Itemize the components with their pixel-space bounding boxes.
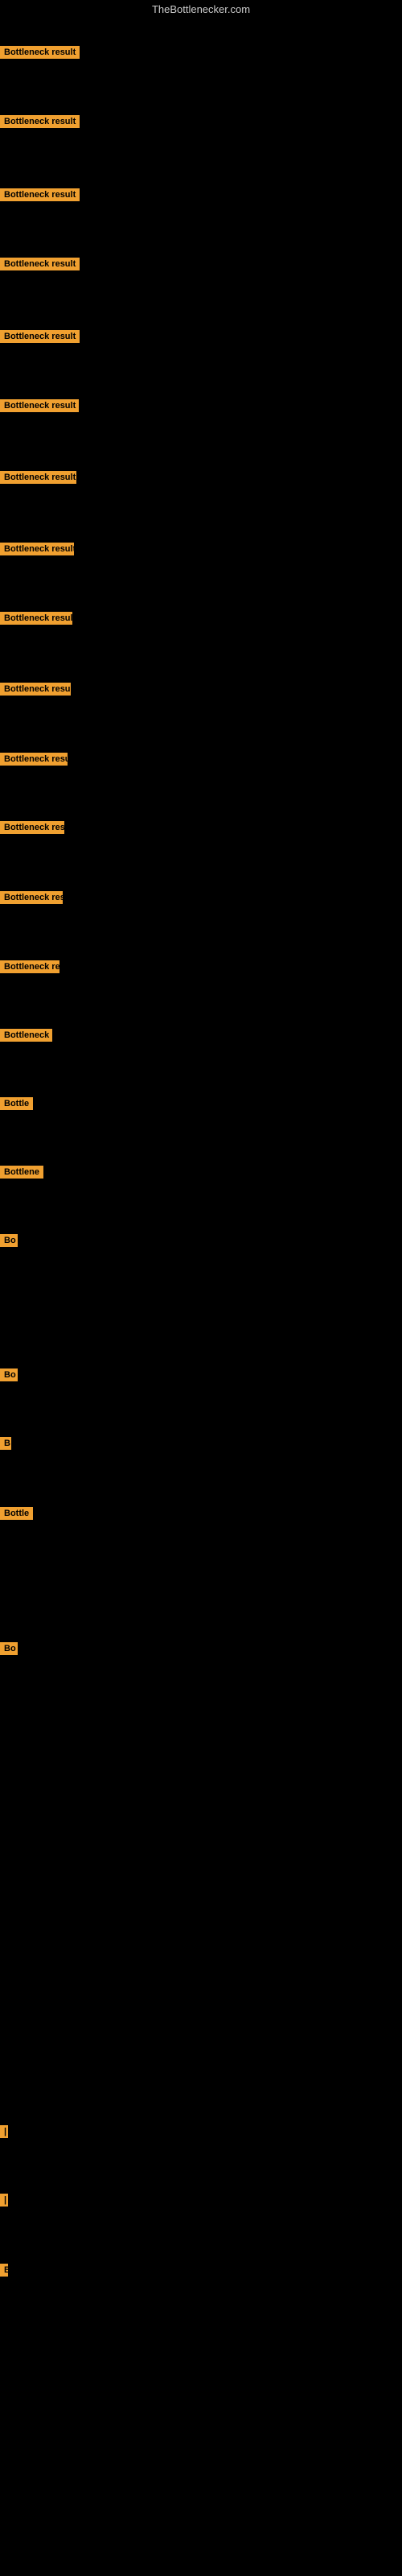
bottleneck-badge-21[interactable]: Bottle [0, 1507, 33, 1520]
bottleneck-badge-14[interactable]: Bottleneck re [0, 960, 59, 973]
bottleneck-badge-20[interactable]: B [0, 1437, 11, 1450]
bottleneck-badge-container-24: | [0, 2194, 8, 2211]
bottleneck-badge-19[interactable]: Bo [0, 1368, 18, 1381]
bottleneck-badge-container-23: | [0, 2125, 8, 2142]
bottleneck-badge-container-4: Bottleneck result [0, 258, 80, 275]
bottleneck-badge-10[interactable]: Bottleneck result [0, 683, 71, 696]
bottleneck-badge-17[interactable]: Bottlene [0, 1166, 43, 1179]
bottleneck-badge-9[interactable]: Bottleneck result [0, 612, 72, 625]
site-title: TheBottlenecker.com [0, 0, 402, 19]
bottleneck-badge-18[interactable]: Bo [0, 1234, 18, 1247]
bottleneck-badge-container-3: Bottleneck result [0, 188, 80, 205]
bottleneck-badge-container-5: Bottleneck result [0, 330, 80, 347]
bottleneck-badge-container-10: Bottleneck result [0, 683, 71, 700]
bottleneck-badge-12[interactable]: Bottleneck res [0, 821, 64, 834]
bottleneck-badge-container-9: Bottleneck result [0, 612, 72, 629]
bottleneck-badge-container-21: Bottle [0, 1507, 33, 1524]
bottleneck-badge-container-25: B [0, 2264, 8, 2281]
bottleneck-badge-container-12: Bottleneck res [0, 821, 64, 838]
bottleneck-badge-container-19: Bo [0, 1368, 18, 1385]
bottleneck-badge-container-1: Bottleneck result [0, 46, 80, 63]
bottleneck-badge-4[interactable]: Bottleneck result [0, 258, 80, 270]
bottleneck-badge-1[interactable]: Bottleneck result [0, 46, 80, 59]
bottleneck-badge-container-22: Bo [0, 1642, 18, 1659]
bottleneck-badge-container-6: Bottleneck result [0, 399, 79, 416]
bottleneck-badge-2[interactable]: Bottleneck result [0, 115, 80, 128]
bottleneck-badge-5[interactable]: Bottleneck result [0, 330, 80, 343]
bottleneck-badge-container-17: Bottlene [0, 1166, 43, 1183]
bottleneck-badge-15[interactable]: Bottleneck [0, 1029, 52, 1042]
bottleneck-badge-22[interactable]: Bo [0, 1642, 18, 1655]
bottleneck-badge-25[interactable]: B [0, 2264, 8, 2277]
bottleneck-badge-23[interactable]: | [0, 2125, 8, 2138]
bottleneck-badge-11[interactable]: Bottleneck resu [0, 753, 68, 766]
bottleneck-badge-container-2: Bottleneck result [0, 115, 80, 132]
bottleneck-badge-container-14: Bottleneck re [0, 960, 59, 977]
bottleneck-badge-container-7: Bottleneck result [0, 471, 76, 488]
bottleneck-badge-container-13: Bottleneck res [0, 891, 63, 908]
bottleneck-badge-container-20: B [0, 1437, 11, 1454]
bottleneck-badge-container-11: Bottleneck resu [0, 753, 68, 770]
bottleneck-badge-3[interactable]: Bottleneck result [0, 188, 80, 201]
bottleneck-badge-7[interactable]: Bottleneck result [0, 471, 76, 484]
bottleneck-badge-13[interactable]: Bottleneck res [0, 891, 63, 904]
bottleneck-badge-6[interactable]: Bottleneck result [0, 399, 79, 412]
bottleneck-badge-container-8: Bottleneck result [0, 543, 74, 559]
bottleneck-badge-16[interactable]: Bottle [0, 1097, 33, 1110]
bottleneck-badge-container-18: Bo [0, 1234, 18, 1251]
bottleneck-badge-container-15: Bottleneck [0, 1029, 52, 1046]
bottleneck-badge-24[interactable]: | [0, 2194, 8, 2207]
bottleneck-badge-8[interactable]: Bottleneck result [0, 543, 74, 555]
bottleneck-badge-container-16: Bottle [0, 1097, 33, 1114]
